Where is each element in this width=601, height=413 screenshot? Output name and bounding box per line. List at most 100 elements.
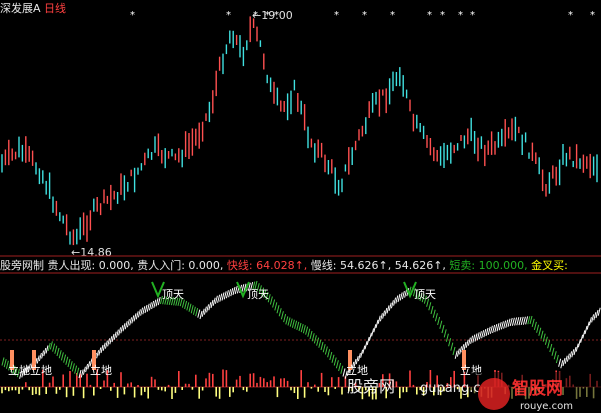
oscillator-tick: [481, 330, 485, 339]
oscillator-tick: [52, 343, 56, 352]
top-signal-label: 顶天: [247, 288, 269, 301]
oscillator-tick: [192, 306, 196, 315]
oscillator-tick: [456, 348, 460, 357]
watermark-text-4: rouye.com: [520, 401, 573, 412]
oscillator-tick: [335, 360, 339, 369]
oscillator-tick: [322, 344, 326, 353]
oscillator-tick: [324, 346, 328, 355]
oscillator-tick: [366, 336, 370, 346]
oscillator-tick: [362, 345, 366, 354]
oscillator-tick: [316, 337, 320, 346]
oscillator-tick: [280, 311, 284, 320]
oscillator-tick: [432, 309, 436, 318]
price-high-label: ←19.00: [252, 9, 293, 22]
oscillator-tick: [228, 289, 232, 298]
oscillator-tick: [575, 343, 579, 352]
oscillator-tick: [371, 328, 375, 337]
oscillator-tick: [527, 316, 531, 325]
oscillator-tick: [364, 341, 368, 350]
oscillator-tick: [333, 357, 337, 366]
oscillator-tick: [135, 311, 139, 320]
signal-star: *: [427, 10, 432, 21]
oscillator-tick: [441, 324, 445, 334]
oscillator-tick: [507, 318, 511, 327]
oscillator-tick: [131, 315, 135, 324]
oscillator-tick: [520, 316, 524, 326]
oscillator-tick: [313, 335, 317, 344]
oscillator-tick: [60, 352, 64, 361]
oscillator-tick: [151, 300, 155, 310]
oscillator-tick: [157, 296, 161, 306]
oscillator-tick: [467, 337, 471, 346]
oscillator-tick: [522, 316, 526, 325]
oscillator-tick: [496, 323, 500, 332]
oscillator-tick: [102, 342, 106, 351]
indicator-field-1: 贵人入门: 0.000,: [133, 259, 224, 272]
signal-star: *: [362, 10, 367, 21]
oscillator-tick: [203, 306, 207, 315]
indicator-field-0: 贵人出现: 0.000,: [47, 259, 134, 272]
oscillator-tick: [388, 302, 392, 311]
oscillator-tick: [549, 343, 553, 353]
oscillator-tick: [340, 365, 344, 374]
oscillator-tick: [355, 355, 359, 365]
oscillator-tick: [69, 361, 73, 370]
indicator-legend: 股旁网制 贵人出现: 0.000, 贵人入门: 0.000, 快线: 64.02…: [0, 257, 568, 273]
oscillator-tick: [63, 354, 67, 363]
oscillator-tick: [155, 298, 159, 307]
stock-chart-window[interactable]: 深发展A 日线 * * * * * * * * * * * * * * ←19.00 ←14.86 顶天顶…: [0, 0, 601, 413]
oscillator-tick: [401, 290, 405, 300]
top-signal-label: 顶天: [414, 288, 436, 301]
oscillator-tick: [302, 325, 306, 334]
signal-star: *: [130, 10, 135, 21]
oscillator-tick: [56, 347, 60, 357]
oscillator-tick: [82, 366, 86, 375]
oscillator-tick: [454, 350, 458, 359]
oscillator-tick: [285, 316, 289, 325]
signal-star: *: [470, 10, 475, 21]
oscillator-tick: [538, 327, 542, 336]
oscillator-tick: [129, 317, 133, 326]
bottom-signal-label: 立地: [30, 363, 52, 377]
price-chart-svg[interactable]: * * * * * * * * * * * * * * ←19.00 ←14.86 顶天 顶天 顶天立地 立地立…: [0, 0, 601, 413]
oscillator-tick: [580, 334, 584, 343]
oscillator-tick: [483, 328, 487, 338]
oscillator-tick: [230, 287, 234, 297]
oscillator-tick: [386, 305, 390, 314]
oscillator-tick: [276, 305, 280, 314]
oscillator-tick: [375, 319, 379, 329]
oscillator-tick: [503, 320, 507, 329]
oscillator-tick: [210, 299, 214, 309]
oscillator-tick: [133, 313, 137, 322]
oscillator-tick: [269, 296, 273, 305]
oscillator-tick: [489, 325, 493, 334]
oscillator-tick: [404, 289, 408, 298]
oscillator-tick: [74, 365, 78, 374]
oscillator-tick: [241, 284, 245, 293]
signal-star: *: [458, 10, 463, 21]
oscillator-tick: [450, 342, 454, 351]
oscillator-tick: [122, 323, 126, 332]
oscillator-tick: [494, 323, 498, 333]
oscillator-tick: [71, 363, 75, 372]
oscillator-tick: [518, 316, 522, 326]
oscillator-tick: [291, 319, 295, 328]
oscillator-tick: [43, 347, 47, 357]
oscillator-tick: [327, 349, 331, 358]
oscillator-tick: [188, 303, 192, 312]
oscillator-tick: [360, 349, 364, 358]
oscillator-tick: [3, 358, 7, 368]
signal-star: *: [390, 10, 395, 21]
oscillator-tick: [278, 308, 282, 317]
oscillator-tick: [120, 325, 124, 334]
oscillator-tick: [294, 320, 298, 329]
oscillator-tick: [289, 318, 293, 327]
oscillator-tick: [104, 340, 108, 349]
oscillator-tick: [146, 303, 150, 312]
oscillator-tick: [47, 342, 51, 352]
oscillator-tick: [566, 353, 570, 362]
oscillator-tick: [41, 350, 45, 359]
indicator-field-6: 金叉买:: [527, 259, 568, 272]
oscillator-tick: [547, 340, 551, 349]
candlestick-series: [1, 16, 598, 246]
